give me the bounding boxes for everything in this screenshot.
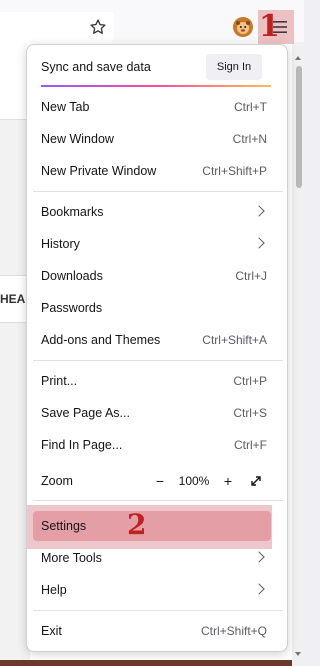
menu-item-label: More Tools bbox=[41, 551, 102, 565]
app-menu-panel: Sync and save data Sign In New Tab Ctrl+… bbox=[26, 44, 288, 652]
menu-item-history[interactable]: History bbox=[33, 230, 271, 258]
menu-separator bbox=[33, 191, 283, 192]
menu-item-label: New Window bbox=[41, 132, 114, 146]
menu-item-more-tools[interactable]: More Tools bbox=[33, 544, 271, 572]
menu-separator bbox=[33, 360, 283, 361]
fullscreen-icon[interactable] bbox=[245, 470, 267, 492]
annotation-marker-1: 1 bbox=[259, 9, 280, 44]
menu-item-label: Help bbox=[41, 583, 67, 597]
extension-icon[interactable] bbox=[233, 17, 253, 37]
menu-separator bbox=[33, 500, 283, 501]
menu-item-shortcut: Ctrl+Shift+Q bbox=[200, 624, 267, 638]
menu-item-label: Passwords bbox=[41, 301, 103, 315]
browser-toolbar: 1 bbox=[0, 0, 304, 44]
menu-item-print[interactable]: Print... Ctrl+P bbox=[33, 367, 271, 395]
taskbar-edge bbox=[0, 660, 304, 666]
menu-item-label: History bbox=[41, 237, 80, 251]
menu-item-label: Add-ons and Themes bbox=[41, 333, 161, 347]
bookmark-star-icon[interactable] bbox=[87, 16, 109, 38]
chevron-right-icon bbox=[253, 205, 265, 217]
menu-item-shortcut: Ctrl+Shift+P bbox=[202, 164, 267, 178]
menu-item-shortcut: Ctrl+S bbox=[233, 406, 267, 420]
menu-item-new-private-window[interactable]: New Private Window Ctrl+Shift+P bbox=[33, 157, 271, 185]
menu-item-settings[interactable]: Settings bbox=[33, 512, 271, 540]
menu-item-label: Find In Page... bbox=[41, 438, 123, 452]
scroll-thumb[interactable] bbox=[296, 66, 302, 188]
menu-item-find-in-page[interactable]: Find In Page... Ctrl+F bbox=[33, 431, 271, 459]
menu-item-save-page-as[interactable]: Save Page As... Ctrl+S bbox=[33, 399, 271, 427]
chevron-right-icon bbox=[253, 237, 265, 249]
sign-in-button[interactable]: Sign In bbox=[206, 54, 262, 80]
menu-item-shortcut: Ctrl+Shift+A bbox=[202, 333, 267, 347]
annotation-marker-2: 2 bbox=[127, 508, 147, 541]
menu-item-label: New Private Window bbox=[41, 164, 157, 178]
sync-label: Sync and save data bbox=[41, 60, 151, 74]
sync-header: Sync and save data Sign In bbox=[27, 45, 287, 87]
menu-item-label: Exit bbox=[41, 624, 62, 638]
menu-item-new-window[interactable]: New Window Ctrl+N bbox=[33, 125, 271, 153]
scroll-up-arrow-icon[interactable] bbox=[295, 56, 301, 60]
menu-item-zoom: Zoom − 100% + bbox=[33, 467, 271, 495]
menu-item-label: Downloads bbox=[41, 269, 103, 283]
scroll-down-arrow-icon[interactable] bbox=[295, 652, 301, 656]
menu-item-new-tab[interactable]: New Tab Ctrl+T bbox=[33, 93, 271, 121]
zoom-controls: − 100% + bbox=[149, 469, 267, 493]
menu-item-label: New Tab bbox=[41, 100, 90, 114]
menu-item-label: Save Page As... bbox=[41, 406, 130, 420]
chevron-right-icon bbox=[253, 583, 265, 595]
menu-item-downloads[interactable]: Downloads Ctrl+J bbox=[33, 262, 271, 290]
menu-item-shortcut: Ctrl+N bbox=[232, 132, 267, 146]
menu-item-shortcut: Ctrl+T bbox=[234, 100, 267, 114]
menu-separator bbox=[33, 610, 283, 611]
menu-item-exit[interactable]: Exit Ctrl+Shift+Q bbox=[33, 617, 271, 645]
chevron-right-icon bbox=[253, 551, 265, 563]
menu-item-help[interactable]: Help bbox=[33, 576, 271, 604]
menu-item-label: Bookmarks bbox=[41, 205, 104, 219]
menu-item-shortcut: Ctrl+P bbox=[233, 374, 267, 388]
zoom-in-button[interactable]: + bbox=[217, 470, 239, 492]
menu-item-bookmarks[interactable]: Bookmarks bbox=[33, 198, 271, 226]
menu-item-label: Print... bbox=[41, 374, 78, 388]
menu-item-label: Settings bbox=[41, 519, 87, 533]
menu-item-addons-themes[interactable]: Add-ons and Themes Ctrl+Shift+A bbox=[33, 326, 271, 354]
menu-item-shortcut: Ctrl+J bbox=[235, 269, 267, 283]
menu-item-passwords[interactable]: Passwords bbox=[33, 294, 271, 322]
zoom-out-button[interactable]: − bbox=[149, 470, 171, 492]
menu-item-label: Zoom bbox=[41, 474, 73, 488]
zoom-level-value[interactable]: 100% bbox=[171, 474, 217, 488]
menu-item-shortcut: Ctrl+F bbox=[234, 438, 267, 452]
accent-divider bbox=[41, 85, 271, 87]
